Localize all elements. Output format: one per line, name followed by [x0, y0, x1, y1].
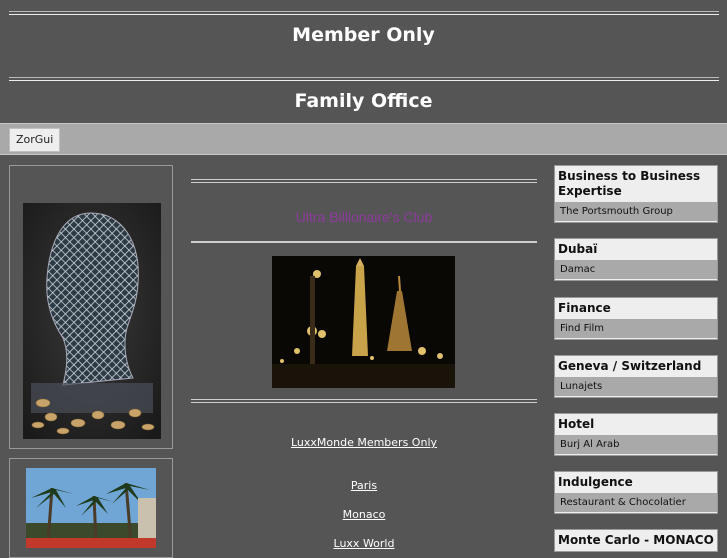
sidebar-section-title: Finance — [555, 298, 717, 319]
palm-trees-image — [26, 468, 156, 548]
sidebar-section-title: Dubaï — [555, 239, 717, 260]
left-image-box-1 — [9, 165, 173, 449]
link-paris[interactable]: Paris — [191, 479, 537, 492]
sidebar-section-title: Geneva / Switzerland — [555, 356, 717, 377]
nav-tab-zorgui[interactable]: ZorGui — [9, 128, 61, 152]
sidebar-link-lunajets[interactable]: Lunajets — [560, 381, 602, 392]
sidebar-link-restaurant-chocolatier[interactable]: Restaurant & Chocolatier — [560, 497, 686, 508]
sidebar-section-title: Indulgence — [555, 472, 717, 493]
sidebar-section-title: Monte Carlo - MONACO — [555, 530, 717, 551]
sidebar-link-burj-al-arab[interactable]: Burj Al Arab — [560, 439, 620, 450]
sidebar-section-b2b: Business to Business Expertise The Ports… — [554, 165, 718, 223]
nav-bar: ZorGui — [0, 123, 727, 155]
header-divider-top — [9, 11, 719, 15]
sidebar-link-portsmouth[interactable]: The Portsmouth Group — [560, 206, 673, 217]
link-monaco[interactable]: Monaco — [191, 508, 537, 521]
mesh-head-sculpture-image — [23, 203, 161, 439]
sidebar-section-title: Business to Business Expertise — [555, 166, 717, 202]
sidebar-link-damac[interactable]: Damac — [560, 264, 595, 275]
members-only-link[interactable]: LuxxMonde Members Only — [191, 436, 537, 449]
site-title: Member Only — [292, 24, 435, 46]
center-divider-2 — [191, 241, 537, 243]
sidebar-section-monte-carlo: Monte Carlo - MONACO — [554, 529, 718, 552]
paris-night-obelisk-image — [272, 256, 455, 388]
sidebar-section-dubai: Dubaï Damac — [554, 238, 718, 281]
sidebar-section-indulgence: Indulgence Restaurant & Chocolatier — [554, 471, 718, 514]
sidebar-section-geneva: Geneva / Switzerland Lunajets — [554, 355, 718, 398]
center-divider-3 — [191, 399, 537, 403]
center-divider-1 — [191, 179, 537, 183]
sidebar-link-find-film[interactable]: Find Film — [560, 323, 604, 334]
site-subtitle: Family Office — [294, 90, 433, 112]
sidebar-section-finance: Finance Find Film — [554, 297, 718, 340]
sidebar-section-hotel: Hotel Burj Al Arab — [554, 413, 718, 456]
sidebar-section-title: Hotel — [555, 414, 717, 435]
left-image-box-2 — [9, 458, 173, 558]
club-title: Ultra Billionaire's Club — [295, 209, 433, 225]
header-divider-mid — [9, 77, 719, 81]
link-luxx-world[interactable]: Luxx World — [191, 537, 537, 550]
